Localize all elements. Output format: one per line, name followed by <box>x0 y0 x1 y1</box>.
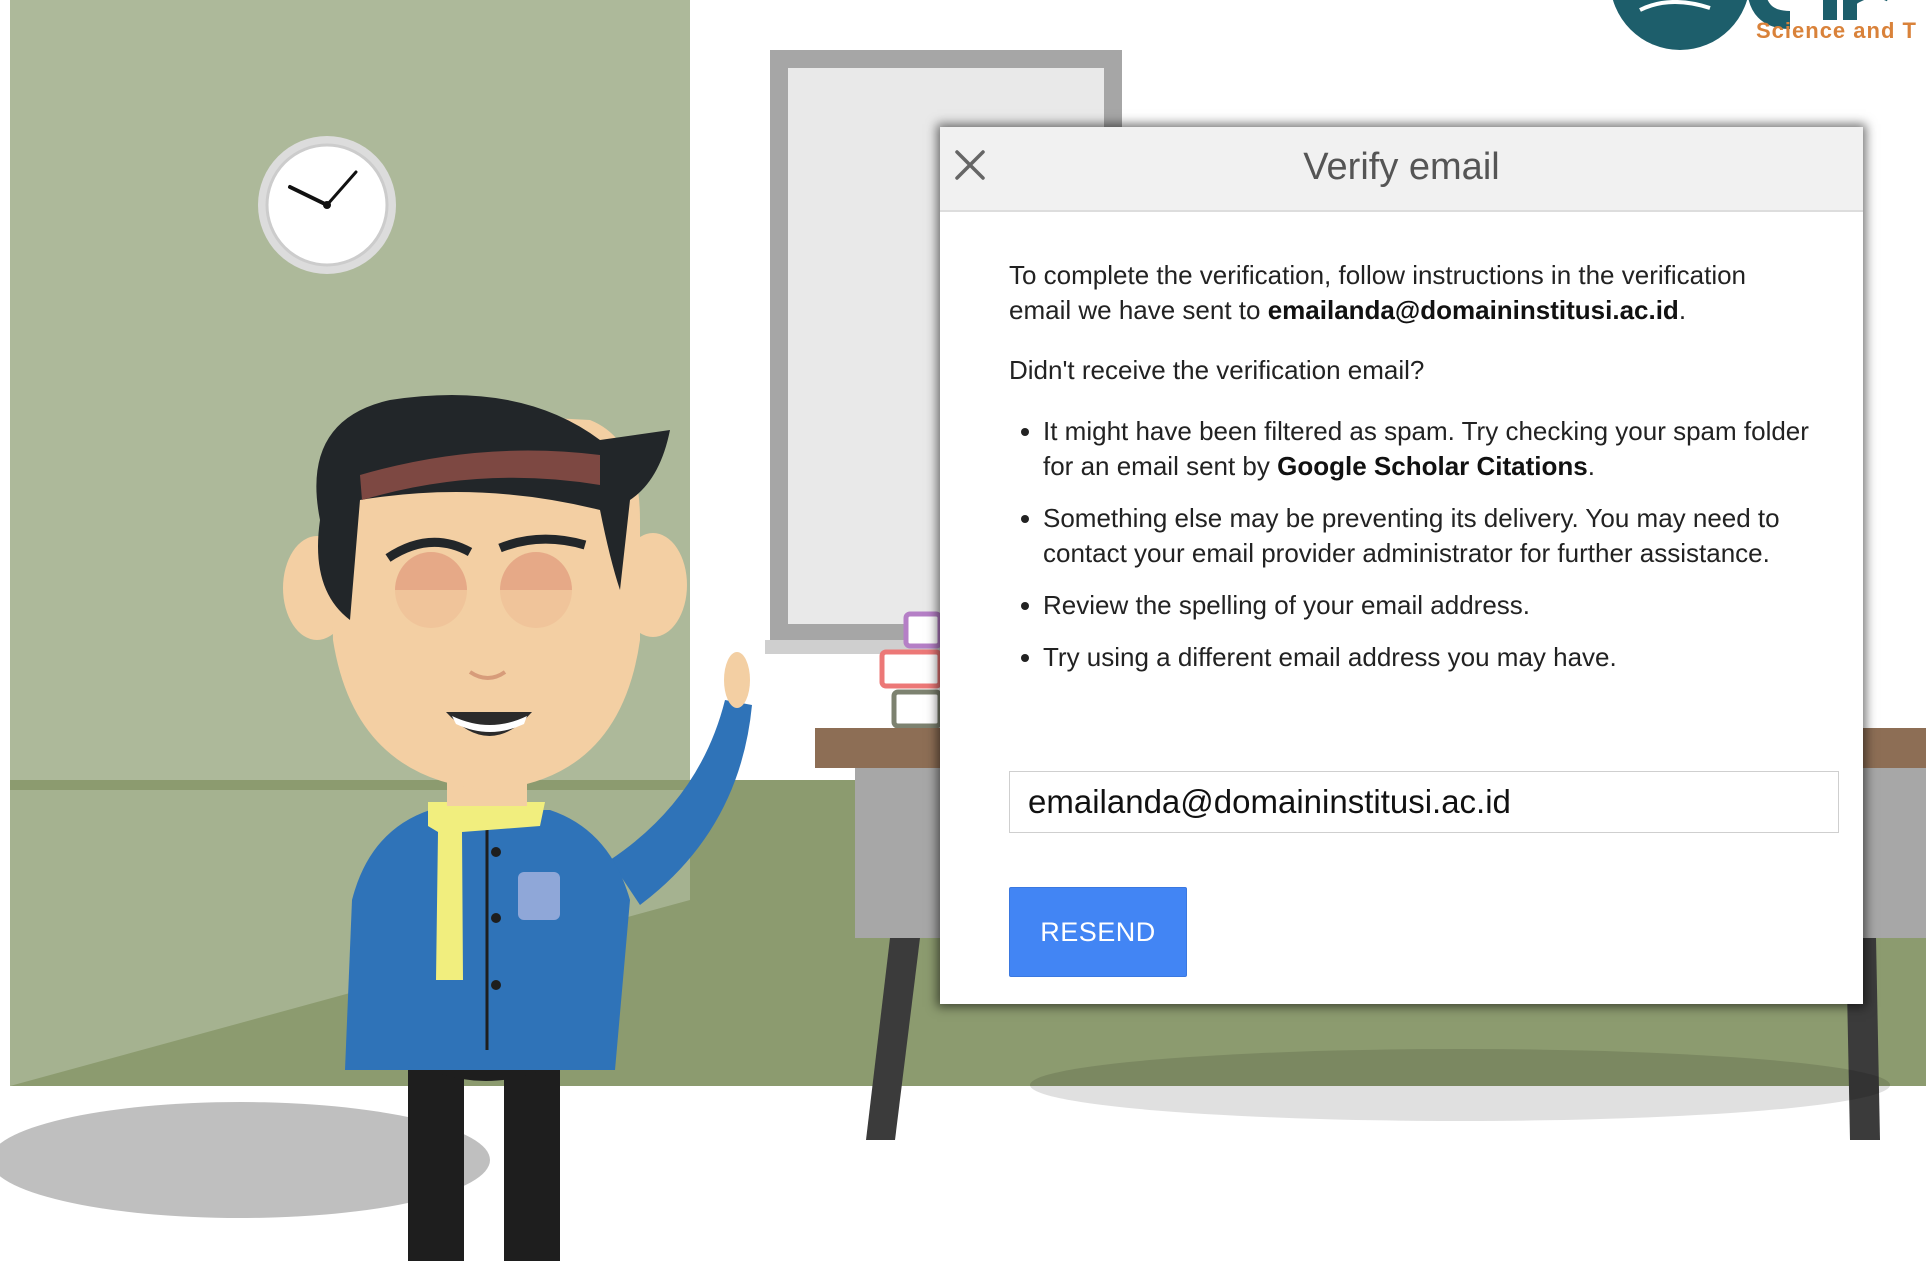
sender-name: Google Scholar Citations <box>1277 451 1588 481</box>
dialog-header: Verify email <box>940 127 1863 212</box>
not-received-question: Didn't receive the verification email? <box>1009 355 1425 385</box>
book <box>891 689 943 729</box>
troubleshooting-list: It might have been filtered as spam. Try… <box>1009 414 1809 675</box>
list-item: Try using a different email address you … <box>1009 640 1809 675</box>
verify-email-dialog: Verify email To complete the verificatio… <box>940 127 1863 1004</box>
verification-instructions: To complete the verification, follow ins… <box>1009 260 1747 325</box>
logo-tagline: Science and T <box>1756 18 1917 43</box>
book <box>903 611 943 649</box>
book <box>879 649 943 689</box>
email-field[interactable] <box>1009 771 1839 833</box>
list-item: Review the spelling of your email addres… <box>1009 588 1809 623</box>
sent-email-address: emailanda@domaininstitusi.ac.id <box>1267 295 1679 325</box>
resend-button[interactable]: RESEND <box>1009 887 1187 977</box>
list-item: Something else may be preventing its del… <box>1009 501 1809 571</box>
dialog-body: To complete the verification, follow ins… <box>1009 258 1809 692</box>
dialog-title: Verify email <box>1303 146 1500 188</box>
brand-logo: Science and T <box>1540 0 1926 60</box>
list-item: It might have been filtered as spam. Try… <box>1009 414 1809 484</box>
clock-icon <box>258 136 396 274</box>
